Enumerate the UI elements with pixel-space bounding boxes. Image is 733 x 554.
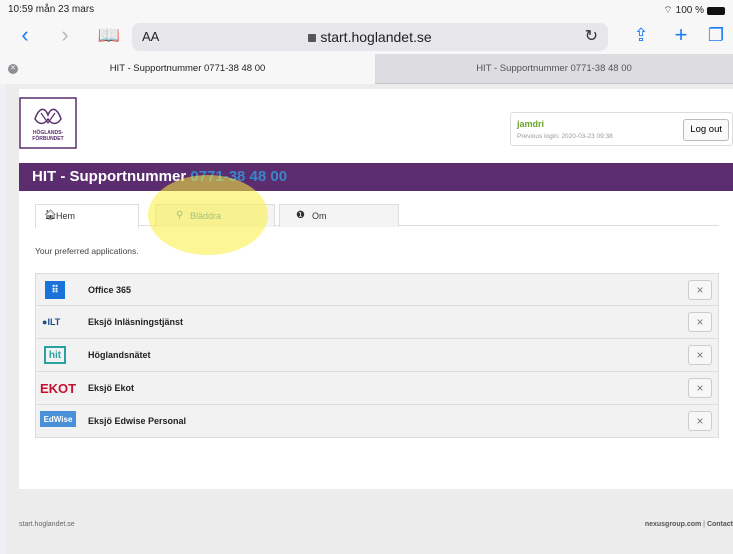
app-label: Eksjö Ekot: [88, 383, 135, 393]
hit-icon: hit: [44, 346, 66, 364]
remove-app-button[interactable]: ×: [688, 280, 712, 300]
address-url[interactable]: start.hoglandet.se: [132, 29, 608, 45]
share-icon[interactable]: ⇪: [628, 22, 654, 48]
portal-card: HÖGLANDS- FÖRBUNDET jamdri Previous login…: [19, 89, 733, 489]
logout-button[interactable]: Log out: [683, 119, 729, 141]
home-icon: 🏠︎: [44, 210, 57, 221]
ilt-icon-text: ILT: [47, 317, 61, 327]
forward-icon[interactable]: ›: [52, 22, 78, 48]
browser-tab-inactive[interactable]: HIT - Supportnummer 0771-38 48 00: [375, 54, 733, 84]
new-tab-icon[interactable]: +: [668, 22, 694, 48]
tab-bladdra[interactable]: ⚲ Bläddra: [155, 204, 275, 227]
browser-tab-active[interactable]: ✕ HIT - Supportnummer 0771-38 48 00: [0, 54, 375, 84]
page-title: HIT - Supportnummer 0771-38 48 00: [32, 168, 287, 185]
browser-tab-bar: ✕ HIT - Supportnummer 0771-38 48 00 HIT …: [0, 54, 733, 84]
contact-link[interactable]: Contact: [707, 521, 733, 528]
app-row-office365[interactable]: ⠿ Office 365 ×: [35, 273, 719, 306]
status-battery: ⌔ 100 %: [663, 4, 725, 17]
page-banner: HIT - Supportnummer 0771-38 48 00: [19, 163, 733, 191]
remove-app-button[interactable]: ×: [688, 345, 712, 365]
lock-icon: [308, 34, 317, 42]
remove-app-button[interactable]: ×: [688, 378, 712, 398]
footer-links: nexusgroup.com | Contact: [645, 521, 733, 528]
ilt-icon: ● ILT: [42, 317, 61, 327]
username: jamdri: [517, 119, 545, 129]
support-phone: 0771-38 48 00: [190, 168, 288, 185]
info-icon: ❶: [296, 210, 305, 221]
app-label: Eksjö Inläsningstjänst: [88, 317, 184, 327]
status-bar: 10:59 mån 23 mars ⌔ 100 %: [0, 0, 733, 18]
page-title-text: HIT - Supportnummer: [32, 168, 191, 185]
logo-text: HÖGLANDS- FÖRBUNDET: [32, 130, 64, 142]
app-label: Office 365: [88, 285, 132, 295]
app-label: Höglandsnätet: [88, 350, 151, 360]
battery-icon: [707, 6, 725, 15]
address-bar[interactable]: AA start.hoglandet.se ↻: [132, 23, 608, 51]
browser-toolbar: ‹ › 📖 AA start.hoglandet.se ↻ ⇪ + ❐: [0, 18, 733, 54]
user-box: jamdri Previous login: 2020-03-23 09:38 …: [510, 112, 733, 146]
nav-tabs: 🏠︎ Hem ⚲ Bläddra ❶ Om: [35, 204, 719, 228]
app-label: Eksjö Edwise Personal: [88, 416, 187, 426]
remove-app-button[interactable]: ×: [688, 411, 712, 431]
edwise-icon: EdWise: [40, 411, 76, 427]
last-login: Previous login: 2020-03-23 09:38: [517, 133, 613, 140]
app-row-ekot[interactable]: EKOT Eksjö Ekot ×: [35, 372, 719, 405]
url-text: start.hoglandet.se: [320, 29, 432, 45]
remove-app-button[interactable]: ×: [688, 312, 712, 332]
search-icon: ⚲: [176, 210, 184, 221]
nexus-link[interactable]: nexusgroup.com: [645, 521, 701, 528]
reload-icon[interactable]: ↻: [585, 26, 598, 46]
tab-om[interactable]: ❶ Om: [279, 204, 399, 227]
browser-tab-title: HIT - Supportnummer 0771-38 48 00: [476, 63, 632, 74]
tabs-overview-icon[interactable]: ❐: [703, 22, 729, 48]
web-page: HÖGLANDS- FÖRBUNDET jamdri Previous login…: [6, 84, 733, 554]
tab-hem[interactable]: 🏠︎ Hem: [35, 204, 139, 228]
app-list: ⠿ Office 365 × ● ILT Eksjö Inläsningstjän…: [35, 273, 719, 438]
wifi-icon: ⌔: [663, 5, 673, 16]
tab-label: Bläddra: [190, 211, 222, 221]
ekot-icon: EKOT: [39, 380, 77, 396]
app-row-hoglandsnatet[interactable]: hit Höglandsnätet ×: [35, 339, 719, 372]
battery-label: 100 %: [675, 5, 704, 16]
preferred-apps-heading: Your preferred applications.: [35, 246, 139, 256]
bookmarks-icon[interactable]: 📖: [96, 22, 122, 48]
tab-label: Hem: [56, 211, 76, 221]
hoglandsforbundet-logo: HÖGLANDS- FÖRBUNDET: [19, 97, 77, 149]
app-row-inlasningstjanst[interactable]: ● ILT Eksjö Inläsningstjänst ×: [35, 306, 719, 339]
browser-tab-title: HIT - Supportnummer 0771-38 48 00: [109, 63, 266, 74]
tab-label: Om: [312, 211, 327, 221]
app-row-edwise[interactable]: EdWise Eksjö Edwise Personal ×: [35, 405, 719, 438]
footer-url: start.hoglandet.se: [19, 521, 75, 528]
office365-icon: ⠿: [45, 281, 65, 299]
status-time: 10:59 mån 23 mars: [8, 4, 95, 15]
close-tab-icon[interactable]: ✕: [8, 64, 18, 74]
back-icon[interactable]: ‹: [12, 22, 38, 48]
